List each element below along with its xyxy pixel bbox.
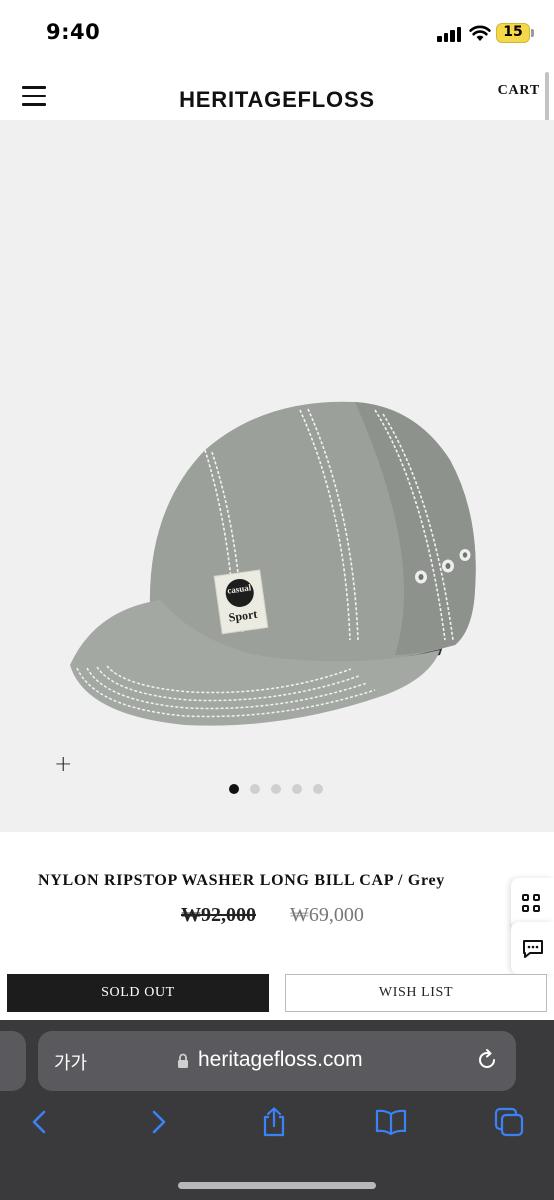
battery-level: 15 — [503, 24, 523, 40]
carousel-dots — [229, 781, 334, 799]
cart-link[interactable]: CART — [498, 83, 540, 99]
previous-tab-edge[interactable] — [0, 1031, 26, 1091]
sold-out-button[interactable]: SOLD OUT — [7, 974, 269, 1012]
grid-icon — [522, 894, 542, 914]
address-bar[interactable]: 가가 heritagefloss.com — [38, 1031, 516, 1091]
chat-icon — [523, 940, 543, 958]
back-icon[interactable] — [24, 1106, 56, 1138]
battery-tip — [531, 29, 534, 37]
lock-icon — [178, 1053, 188, 1068]
product-image[interactable]: casual Sport + — [0, 120, 554, 832]
original-price: ₩92,000 — [181, 904, 256, 926]
carousel-dot[interactable] — [292, 784, 302, 794]
cap-photo: casual Sport — [70, 401, 476, 726]
status-time: 9:40 — [46, 20, 101, 44]
url-text[interactable]: heritagefloss.com — [198, 1048, 363, 1072]
carousel-dot[interactable] — [250, 784, 260, 794]
browser-toolbar: 가가 heritagefloss.com — [0, 1020, 554, 1200]
forward-icon[interactable] — [142, 1106, 174, 1138]
carousel-dot[interactable] — [271, 784, 281, 794]
wifi-icon — [469, 25, 491, 41]
battery-icon: 15 — [496, 23, 530, 43]
reload-icon[interactable] — [475, 1048, 499, 1072]
carousel-dot[interactable] — [229, 784, 239, 794]
navigation-toolbar — [0, 1098, 554, 1152]
status-bar: 9:40 15 — [0, 0, 554, 68]
share-icon[interactable] — [258, 1106, 290, 1138]
chat-button[interactable] — [511, 922, 554, 974]
site-header: HERITAGEFLOSS CART — [0, 68, 554, 120]
text-size-button[interactable]: 가가 — [54, 1049, 87, 1075]
sale-price: ₩69,000 — [290, 904, 364, 926]
tabs-icon[interactable] — [493, 1106, 525, 1138]
wish-list-button[interactable]: WISH LIST — [285, 974, 547, 1012]
zoom-plus-icon[interactable]: + — [54, 752, 72, 777]
signal-icon — [437, 26, 463, 42]
product-title: NYLON RIPSTOP WASHER LONG BILL CAP / Gre… — [38, 872, 445, 889]
home-indicator[interactable] — [178, 1182, 376, 1189]
carousel-dot[interactable] — [313, 784, 323, 794]
brand-logo[interactable]: HERITAGEFLOSS — [0, 87, 554, 113]
bookmarks-icon[interactable] — [375, 1106, 407, 1138]
